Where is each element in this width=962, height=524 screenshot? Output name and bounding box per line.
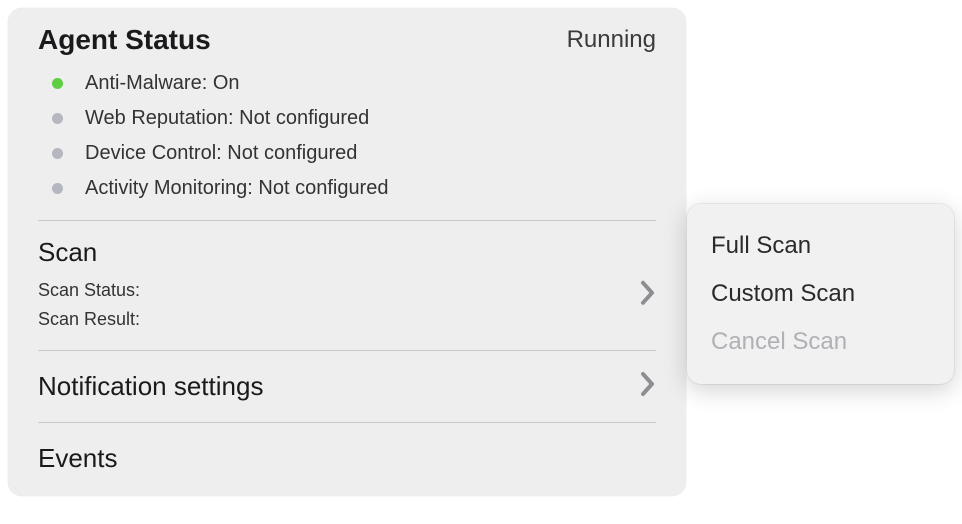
scan-section[interactable]: Scan Scan Status: Scan Result:	[8, 221, 686, 350]
status-item-web-reputation: Web Reputation: Not configured	[38, 101, 656, 136]
status-label: Anti-Malware: On	[85, 72, 240, 95]
menu-item-custom-scan[interactable]: Custom Scan	[711, 270, 930, 318]
panel-title: Agent Status	[38, 24, 211, 56]
status-label: Web Reputation: Not configured	[85, 107, 369, 130]
notification-settings-row[interactable]: Notification settings	[8, 351, 686, 422]
status-dot-icon	[52, 78, 63, 89]
scan-details: Scan Status: Scan Result:	[8, 276, 686, 350]
status-dot-icon	[52, 183, 63, 194]
scan-title: Scan	[38, 237, 97, 268]
menu-item-full-scan[interactable]: Full Scan	[711, 222, 930, 270]
notification-title: Notification settings	[38, 371, 263, 402]
scan-result-label: Scan Result:	[38, 305, 656, 334]
status-label: Activity Monitoring: Not configured	[85, 177, 388, 200]
scan-context-menu: Full Scan Custom Scan Cancel Scan	[687, 204, 954, 384]
status-dot-icon	[52, 113, 63, 124]
status-label: Device Control: Not configured	[85, 142, 357, 165]
chevron-right-icon	[640, 279, 656, 310]
chevron-right-icon	[640, 371, 656, 402]
status-item-anti-malware: Anti-Malware: On	[38, 66, 656, 101]
agent-status-panel: Agent Status Running Anti-Malware: On We…	[8, 8, 686, 496]
status-item-activity-monitoring: Activity Monitoring: Not configured	[38, 171, 656, 206]
header-row: Agent Status Running	[8, 24, 686, 66]
status-dot-icon	[52, 148, 63, 159]
menu-item-cancel-scan: Cancel Scan	[711, 318, 930, 366]
scan-status-label: Scan Status:	[38, 276, 656, 305]
events-title: Events	[38, 443, 656, 474]
agent-running-status: Running	[567, 26, 656, 54]
status-item-device-control: Device Control: Not configured	[38, 136, 656, 171]
status-list: Anti-Malware: On Web Reputation: Not con…	[8, 66, 686, 220]
events-row[interactable]: Events	[8, 423, 686, 478]
